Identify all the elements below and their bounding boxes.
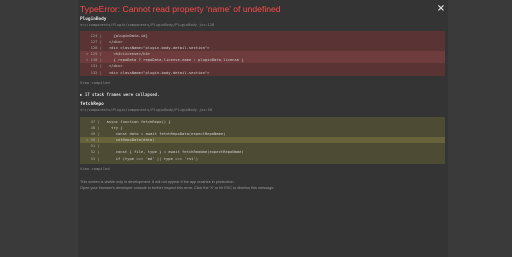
frame-path: src/components/Plugin/components/PluginB… [80, 23, 215, 27]
collapsed-frames-toggle[interactable]: ▶ 17 stack frames were collapsed. [80, 92, 159, 97]
error-title: TypeError: Cannot read property 'name' o… [80, 4, 281, 14]
error-overlay: TypeError: Cannot read property 'name' o… [0, 0, 512, 257]
frame-name: PluginBody [80, 17, 107, 22]
close-icon[interactable]: × [435, 3, 447, 15]
code-line: 53 | if (type === 'md' || type === 'rst'… [86, 155, 199, 161]
footer-note: This screen is visible only in developme… [80, 180, 235, 184]
frame-name: fetchRepo [80, 102, 104, 107]
footer-note: Open your browser's developer console to… [80, 186, 275, 190]
view-compiled-link[interactable]: View compiled [80, 80, 110, 85]
code-snippet: 124 | {pluginData.id} 127 | </div> 128 |… [80, 31, 445, 76]
frame-path: src/components/Plugin/components/PluginB… [80, 108, 212, 112]
code-snippet: 47 | async function fetchRepo() { 48 | t… [80, 117, 445, 164]
view-compiled-link[interactable]: View compiled [80, 166, 110, 171]
code-line: 132 | <div className="plugin-body-detail… [86, 69, 210, 75]
